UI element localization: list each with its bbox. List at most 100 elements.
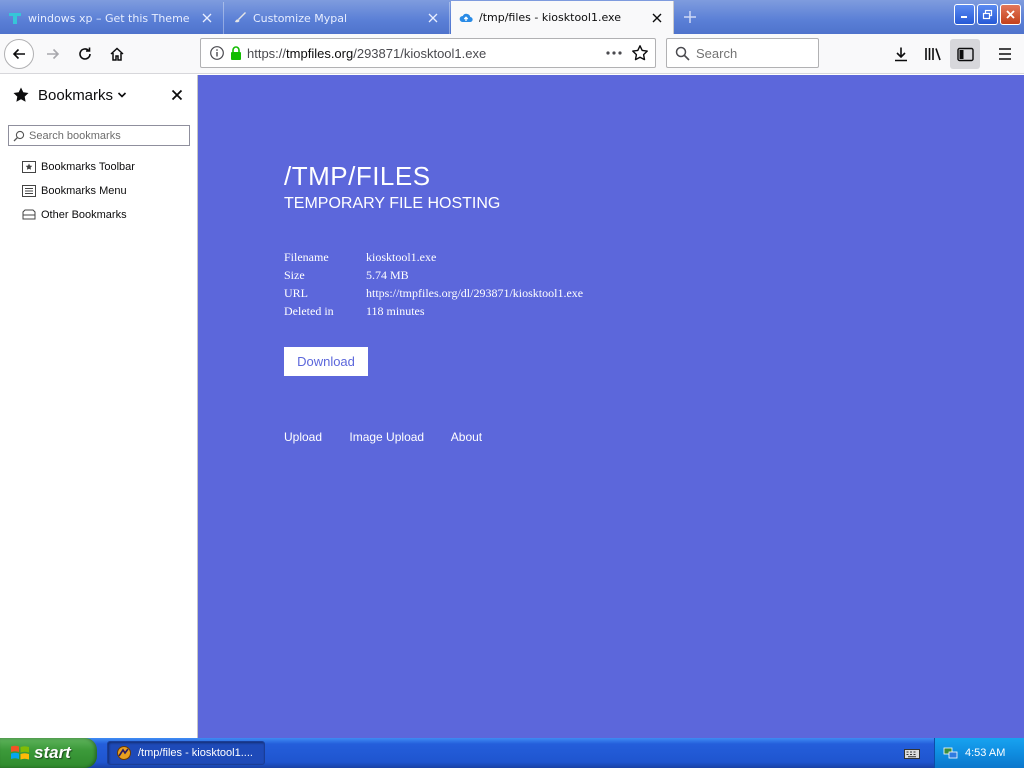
star-icon <box>12 86 30 104</box>
browser-icon <box>116 745 132 761</box>
url-label: URL <box>284 285 308 300</box>
bookmark-star-icon[interactable] <box>631 44 649 62</box>
file-info-row: Filename kiosktool1.exe <box>284 248 583 266</box>
reload-icon <box>79 47 91 60</box>
brush-icon <box>233 11 247 25</box>
lock-icon[interactable] <box>229 45 243 61</box>
bookmark-item-label: Bookmarks Menu <box>41 185 127 197</box>
search-icon <box>13 130 25 142</box>
bookmark-folder-toolbar[interactable]: Bookmarks Toolbar <box>22 157 135 177</box>
sidebar-toggle-button[interactable] <box>950 39 980 69</box>
arrow-left-icon <box>12 48 25 60</box>
file-info-row: Deleted in 118 minutes <box>284 302 583 320</box>
reload-button[interactable] <box>70 39 100 69</box>
windows-logo-icon <box>10 744 30 762</box>
info-icon[interactable] <box>209 45 225 61</box>
deleted-in-label: Deleted in <box>284 303 334 318</box>
file-info-row: Size 5.74 MB <box>284 266 583 284</box>
close-icon[interactable] <box>425 10 441 26</box>
arrow-right-icon <box>47 48 60 60</box>
filename-value: kiosktool1.exe <box>366 249 437 264</box>
bookmark-folder-other[interactable]: Other Bookmarks <box>22 205 127 225</box>
minimize-icon <box>961 16 967 18</box>
new-tab-button[interactable] <box>676 4 704 30</box>
file-info-row: URL https://tmpfiles.org/dl/293871/kiosk… <box>284 284 583 302</box>
start-button[interactable]: start <box>0 738 97 768</box>
size-value: 5.74 MB <box>366 267 409 282</box>
library-icon <box>925 48 941 61</box>
system-tray: 4:53 AM <box>934 738 1024 768</box>
page-content: /TMP/FILES TEMPORARY FILE HOSTING Filena… <box>198 75 1024 738</box>
network-icon[interactable] <box>943 745 959 761</box>
minimize-button[interactable] <box>954 4 975 25</box>
taskbar: start /tmp/files - kiosktool1.... 4:53 A… <box>0 738 1024 768</box>
library-button[interactable] <box>918 39 948 69</box>
close-window-button[interactable] <box>1000 4 1021 25</box>
bookmarks-search-input[interactable] <box>29 129 179 142</box>
upload-link[interactable]: Upload <box>284 430 322 444</box>
cloud-upload-icon <box>459 11 473 25</box>
bookmarks-sidebar: Bookmarks Bookmarks Toolbar Bookmarks Me… <box>0 75 198 738</box>
restore-icon <box>982 9 993 20</box>
back-button[interactable] <box>4 39 34 69</box>
plus-icon <box>684 11 696 23</box>
menu-button[interactable] <box>990 39 1020 69</box>
home-button[interactable] <box>102 39 132 69</box>
restore-button[interactable] <box>977 4 998 25</box>
sidebar-switcher[interactable]: Bookmarks <box>38 87 113 104</box>
size-label: Size <box>284 267 305 282</box>
url-value: https://tmpfiles.org/dl/293871/kiosktool… <box>366 285 584 300</box>
taskbar-item-label: /tmp/files - kiosktool1.... <box>138 747 253 759</box>
tab-title: windows xp – Get this Theme for <box>28 11 193 25</box>
bookmarks-search-box[interactable] <box>8 125 190 146</box>
close-icon[interactable] <box>199 10 215 26</box>
search-bar[interactable] <box>666 38 819 68</box>
close-icon[interactable] <box>649 10 665 26</box>
footer-nav: Upload Image Upload About <box>284 430 506 444</box>
theme-icon <box>8 11 22 25</box>
url-bar[interactable]: https://tmpfiles.org/293871/kiosktool1.e… <box>200 38 656 68</box>
file-info-table: Filename kiosktool1.exe Size 5.74 MB URL… <box>284 248 583 320</box>
forward-button[interactable] <box>38 39 68 69</box>
image-upload-link[interactable]: Image Upload <box>349 430 424 444</box>
bookmarks-toolbar-icon <box>22 160 36 174</box>
page-title: /TMP/FILES <box>284 161 431 191</box>
sidebar-icon <box>956 47 974 61</box>
search-input[interactable] <box>696 45 806 61</box>
tab-title: /tmp/files - kiosktool1.exe <box>479 11 621 24</box>
close-icon <box>1006 10 1015 19</box>
taskbar-item-browser[interactable]: /tmp/files - kiosktool1.... <box>107 741 265 765</box>
tab-tmpfiles[interactable]: /tmp/files - kiosktool1.exe <box>451 1 674 34</box>
tab-strip: windows xp – Get this Theme for Customiz… <box>0 0 1024 34</box>
hamburger-menu-icon <box>999 48 1011 60</box>
bookmark-item-label: Bookmarks Toolbar <box>41 161 135 173</box>
downloads-button[interactable] <box>886 39 916 69</box>
bookmarks-menu-icon <box>22 184 36 198</box>
tab-title: Customize Mypal <box>253 11 348 25</box>
sidebar-title: Bookmarks <box>38 86 114 104</box>
tab-windows-xp-theme[interactable]: windows xp – Get this Theme for <box>0 2 224 34</box>
url-text[interactable]: https://tmpfiles.org/293871/kiosktool1.e… <box>247 46 486 61</box>
bookmark-folder-menu[interactable]: Bookmarks Menu <box>22 181 127 201</box>
start-label: start <box>34 743 71 762</box>
search-icon <box>675 46 690 61</box>
url-prefix: https:// <box>247 45 287 61</box>
clock: 4:53 AM <box>965 747 1006 759</box>
url-path: /293871/kiosktool1.exe <box>353 45 487 61</box>
about-link[interactable]: About <box>451 430 482 444</box>
filename-label: Filename <box>284 249 329 264</box>
close-sidebar-icon[interactable] <box>171 89 183 101</box>
sidebar-header: Bookmarks <box>0 75 197 115</box>
bookmark-item-label: Other Bookmarks <box>41 209 127 221</box>
folder-icon <box>22 208 36 222</box>
more-actions-icon[interactable] <box>605 50 623 56</box>
keyboard-icon[interactable] <box>904 746 920 760</box>
navigation-toolbar: https://tmpfiles.org/293871/kiosktool1.e… <box>0 34 1024 74</box>
tab-customize-mypal[interactable]: Customize Mypal <box>225 2 450 34</box>
deleted-in-value: 118 minutes <box>366 303 425 318</box>
page-subtitle: TEMPORARY FILE HOSTING <box>284 195 501 212</box>
download-icon <box>895 47 907 62</box>
chevron-down-icon[interactable] <box>117 91 127 99</box>
home-icon <box>110 47 124 61</box>
download-button[interactable]: Download <box>284 347 368 376</box>
